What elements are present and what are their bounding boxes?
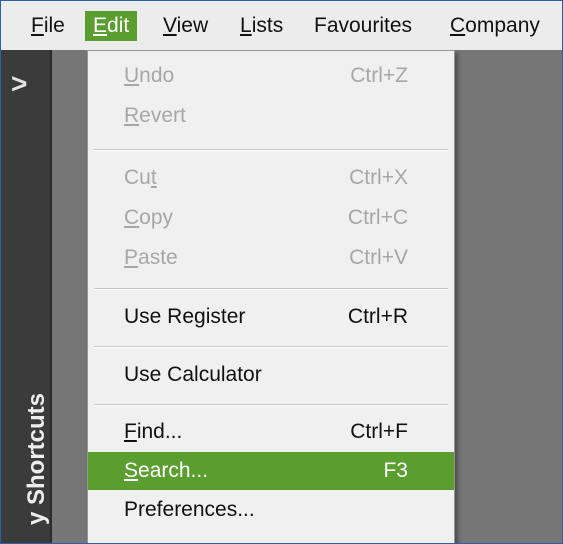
menu-item-revert: Revert [124,104,186,127]
menu-item-preferences[interactable]: Preferences... [88,491,454,529]
shortcut-label: Ctrl+C [347,206,408,229]
shortcut-label: Ctrl+Z [350,64,408,87]
menu-item-use-register[interactable]: Use Register Ctrl+R [88,298,454,336]
expand-sidebar-icon[interactable]: > [11,70,27,98]
menu-item-cut: Cut Ctrl+X [88,159,454,197]
menu-separator [94,288,448,290]
menu-item-copy: Copy Ctrl+C [88,199,454,237]
menu-item-paste: Paste Ctrl+V [88,239,454,277]
shortcut-label: Ctrl+X [349,166,408,189]
sidebar-label[interactable]: y Shortcuts [23,393,50,525]
menu-file[interactable]: File [23,11,73,41]
edit-dropdown-menu: Undo Ctrl+Z Revert Cut Ctrl+X Copy Ctrl+… [87,50,455,543]
menu-edit[interactable]: Edit [85,11,138,41]
menu-favourites[interactable]: Favourites [306,11,420,41]
menu-item-undo: Undo Ctrl+Z [88,57,454,95]
menu-item-search[interactable]: Search... F3 [88,452,454,490]
app-window: File Edit View Lists Favourites Company … [0,0,563,544]
shortcuts-sidebar: > y Shortcuts [1,50,52,543]
menu-separator [94,346,448,348]
menu-lists[interactable]: Lists [232,11,291,41]
menu-bar: File Edit View Lists Favourites Company [1,1,562,51]
menu-item-find[interactable]: Find... Ctrl+F [88,413,454,451]
shortcut-label: F3 [383,459,408,482]
shortcut-label: Ctrl+R [347,305,408,328]
menu-separator [94,404,448,406]
menu-item-use-calculator[interactable]: Use Calculator [88,356,454,394]
shortcut-label: Ctrl+V [349,246,408,269]
menu-company[interactable]: Company [442,11,548,41]
menu-separator [94,149,448,151]
shortcut-label: Ctrl+F [350,420,408,443]
menu-view[interactable]: View [155,11,216,41]
